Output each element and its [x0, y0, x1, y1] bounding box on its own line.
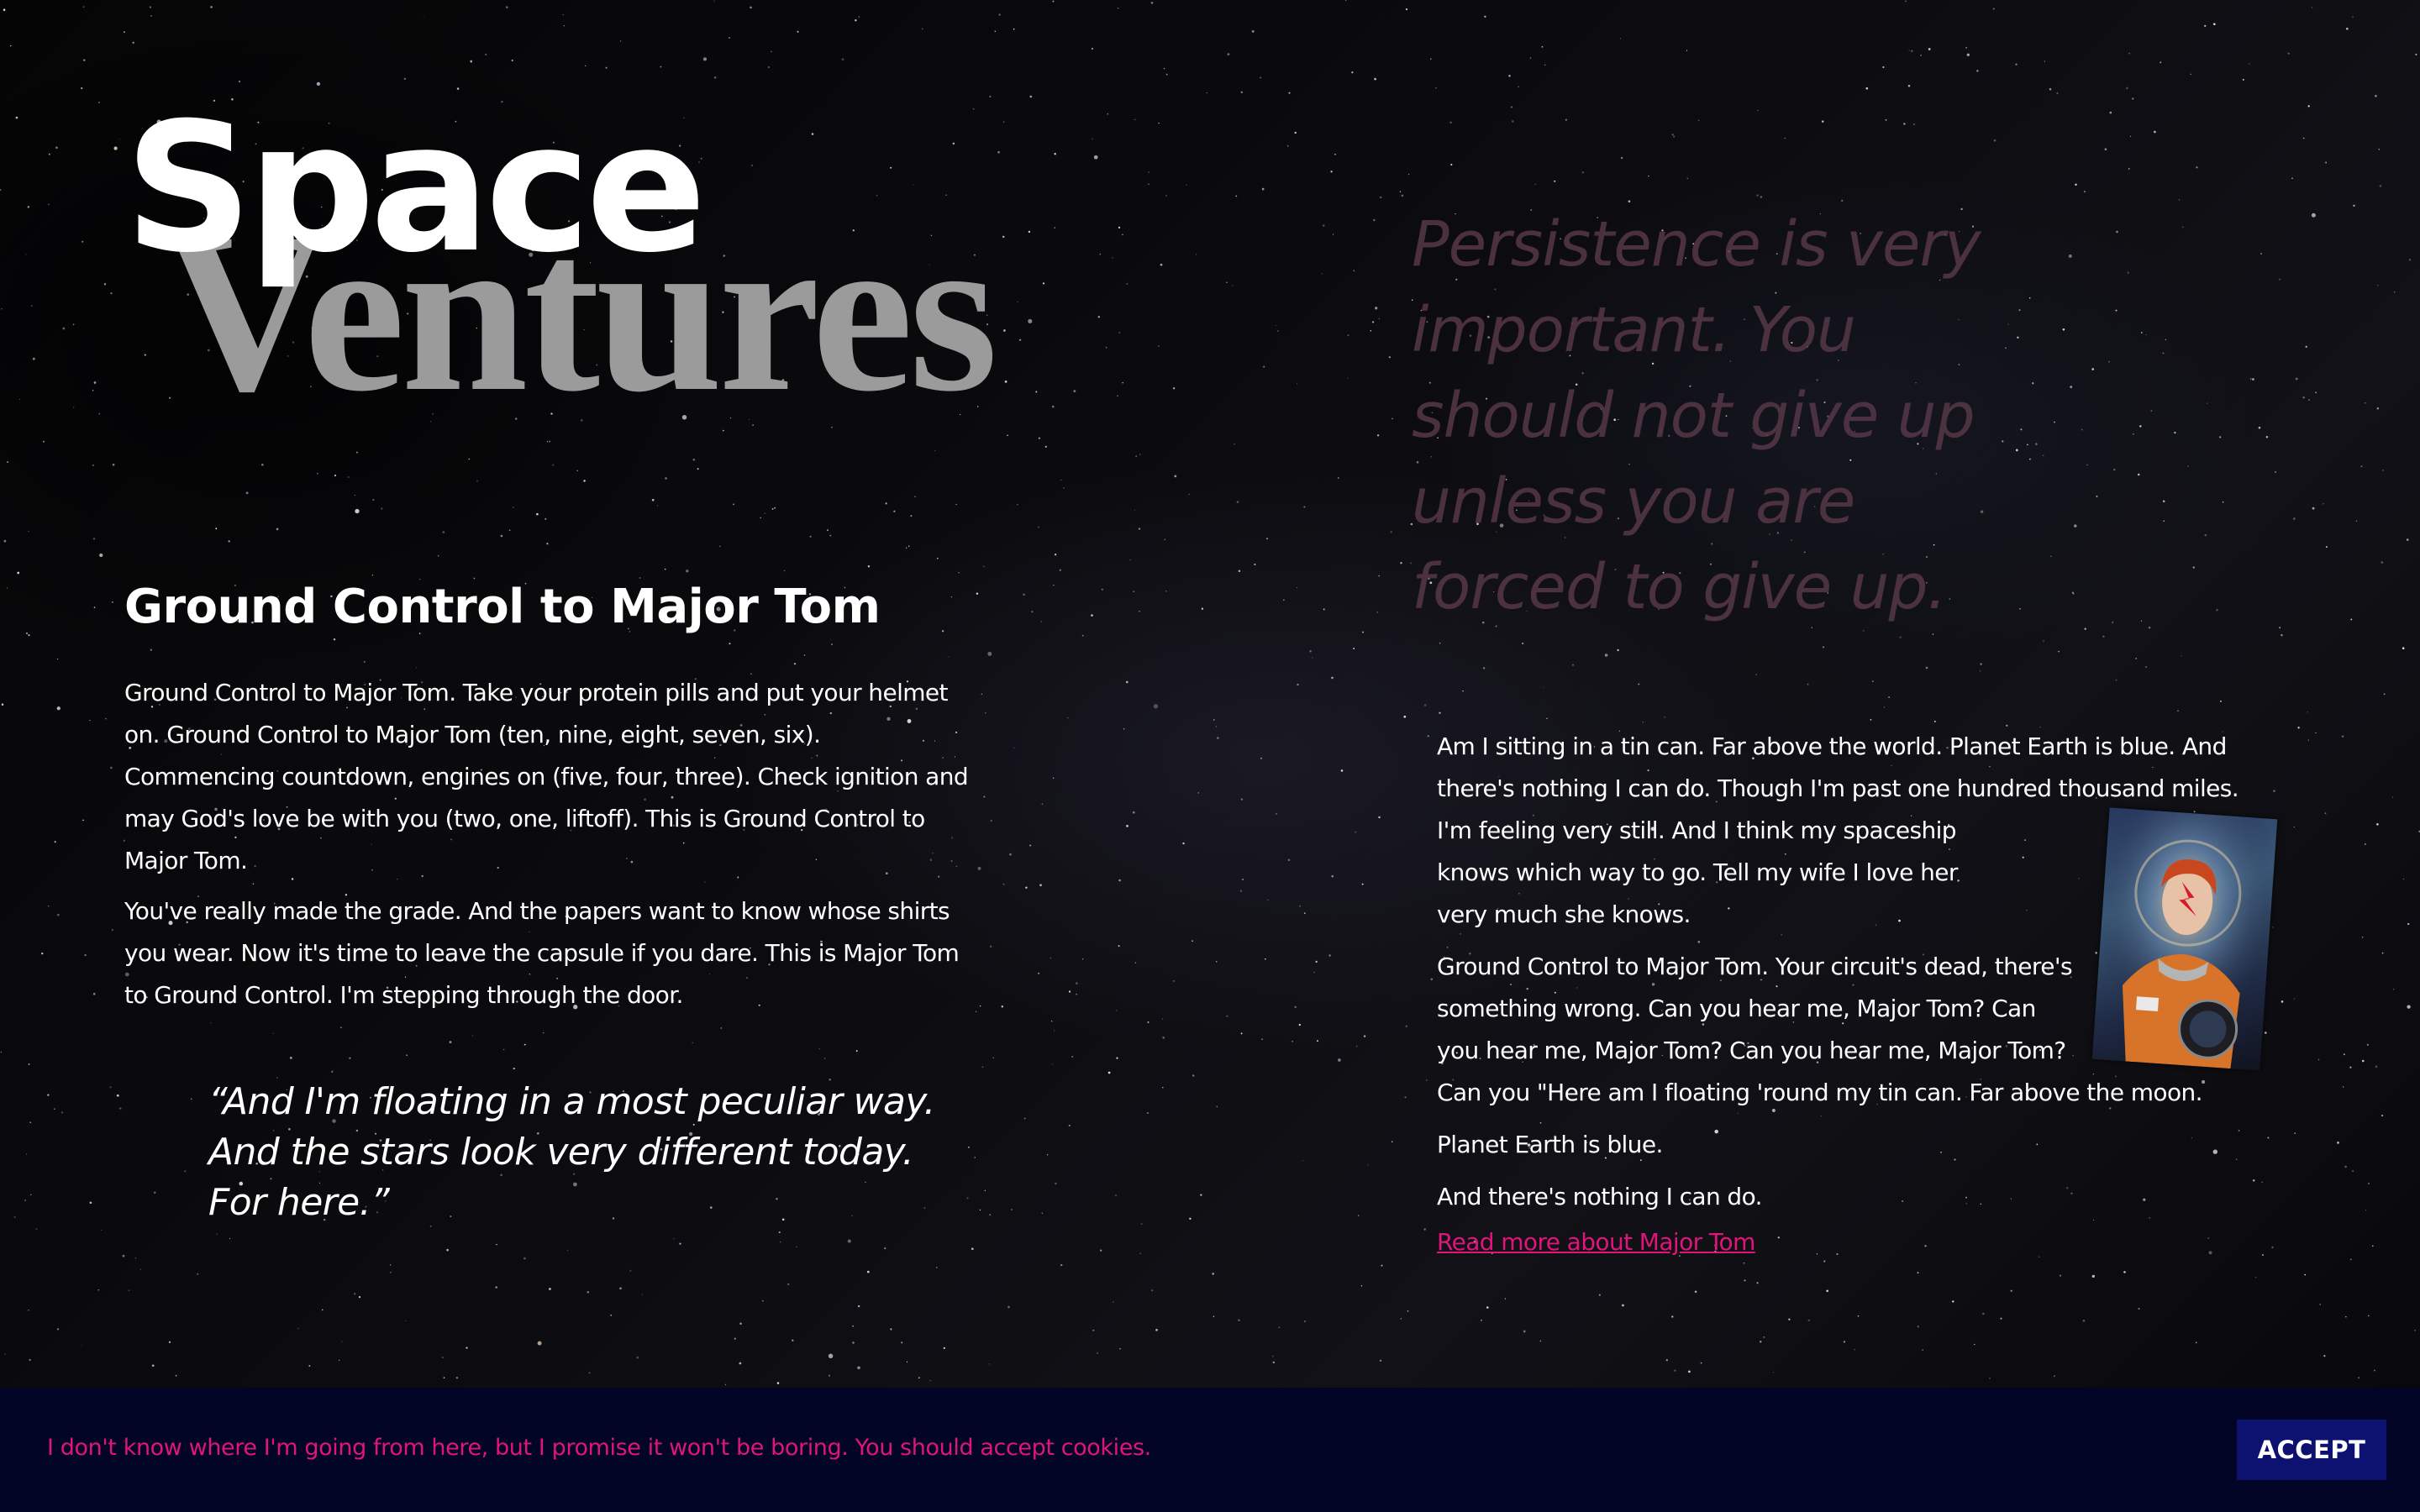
quote-line: “And I'm floating in a most peculiar way… [208, 1080, 935, 1123]
cookie-banner-text: I don't know where I'm going from here, … [47, 1435, 1151, 1461]
persistence-line: should not give up [1412, 380, 1975, 452]
persistence-quote: Persistence is very important. You shoul… [1412, 202, 2067, 630]
right-text-line: there's nothing I can do. Though I'm pas… [1437, 774, 2239, 802]
persistence-line: unless you are [1412, 465, 1855, 538]
right-text-line: Can you "Here am I floating 'round my ti… [1437, 1079, 2203, 1106]
floating-quote: “And I'm floating in a most peculiar way… [208, 1077, 990, 1228]
right-text-line: And there's nothing I can do. [1437, 1183, 1763, 1210]
left-paragraph: Ground Control to Major Tom. Take your p… [124, 679, 969, 874]
persistence-line: Persistence is very [1412, 208, 1981, 281]
persistence-line: forced to give up. [1412, 551, 1947, 623]
section-title: Ground Control to Major Tom [124, 580, 881, 634]
accept-cookies-button[interactable]: ACCEPT [2237, 1420, 2386, 1480]
logo-space: Space [124, 84, 707, 291]
left-body-copy: Ground Control to Major Tom. Take your p… [124, 672, 973, 1025]
right-text-line: Planet Earth is blue. [1437, 1131, 1663, 1158]
quote-line: And the stars look very different today. [208, 1131, 914, 1173]
page: Ventures Space Ground Control to Major T… [0, 0, 2420, 1512]
right-text-line: Am I sitting in a tin can. Far above the… [1437, 732, 2227, 760]
astronaut-portrait-icon [2091, 807, 2278, 1071]
cookie-banner: I don't know where I'm going from here, … [0, 1388, 2420, 1512]
read-more-link[interactable]: Read more about Major Tom [1437, 1228, 1755, 1256]
left-paragraph: You've really made the grade. And the pa… [124, 897, 960, 1009]
persistence-line: important. You [1412, 294, 1856, 366]
quote-line: For here.” [208, 1181, 390, 1224]
astronaut-portrait-image [2091, 807, 2278, 1071]
